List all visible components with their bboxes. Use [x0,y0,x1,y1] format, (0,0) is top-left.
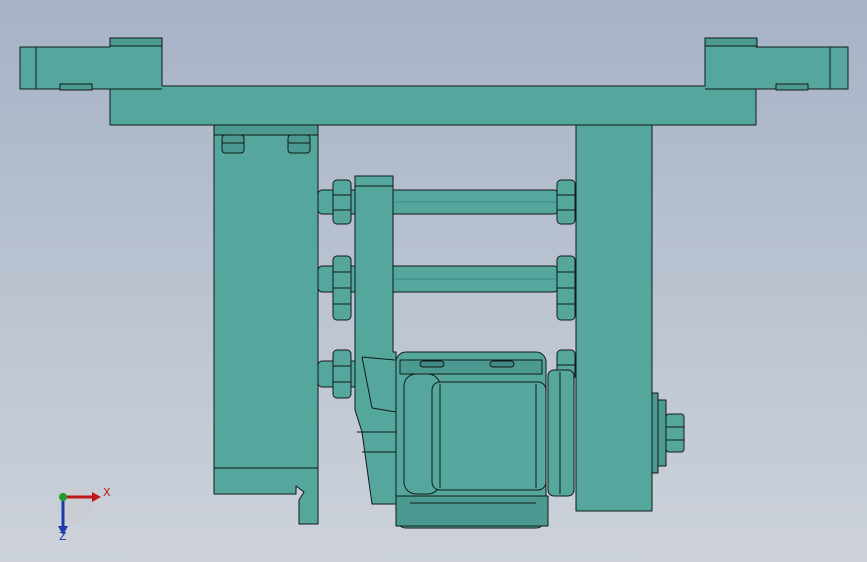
middle-guide-rod[interactable] [317,265,559,293]
left-bracket[interactable] [213,124,319,525]
side-bolt[interactable] [657,399,685,467]
x-axis-arrowhead [92,492,101,502]
axis-triad [57,488,101,535]
rod-nut[interactable] [556,255,576,321]
top-mounting-plate[interactable] [19,37,849,126]
rod-nut[interactable] [332,179,352,225]
upper-guide-rod[interactable] [317,189,559,215]
right-vertical-post[interactable] [575,124,659,512]
rod-nut[interactable] [332,349,352,399]
moving-plate[interactable] [354,175,397,505]
rod-nut[interactable] [332,255,352,321]
z-axis-label: Z [59,530,67,543]
cylinder-end-cap[interactable] [547,369,575,497]
cad-viewport[interactable] [0,0,867,562]
y-axis-dot [59,493,67,501]
x-axis-label: X [103,486,111,499]
rod-nut[interactable] [556,179,576,225]
cylinder-housing[interactable] [395,351,549,529]
